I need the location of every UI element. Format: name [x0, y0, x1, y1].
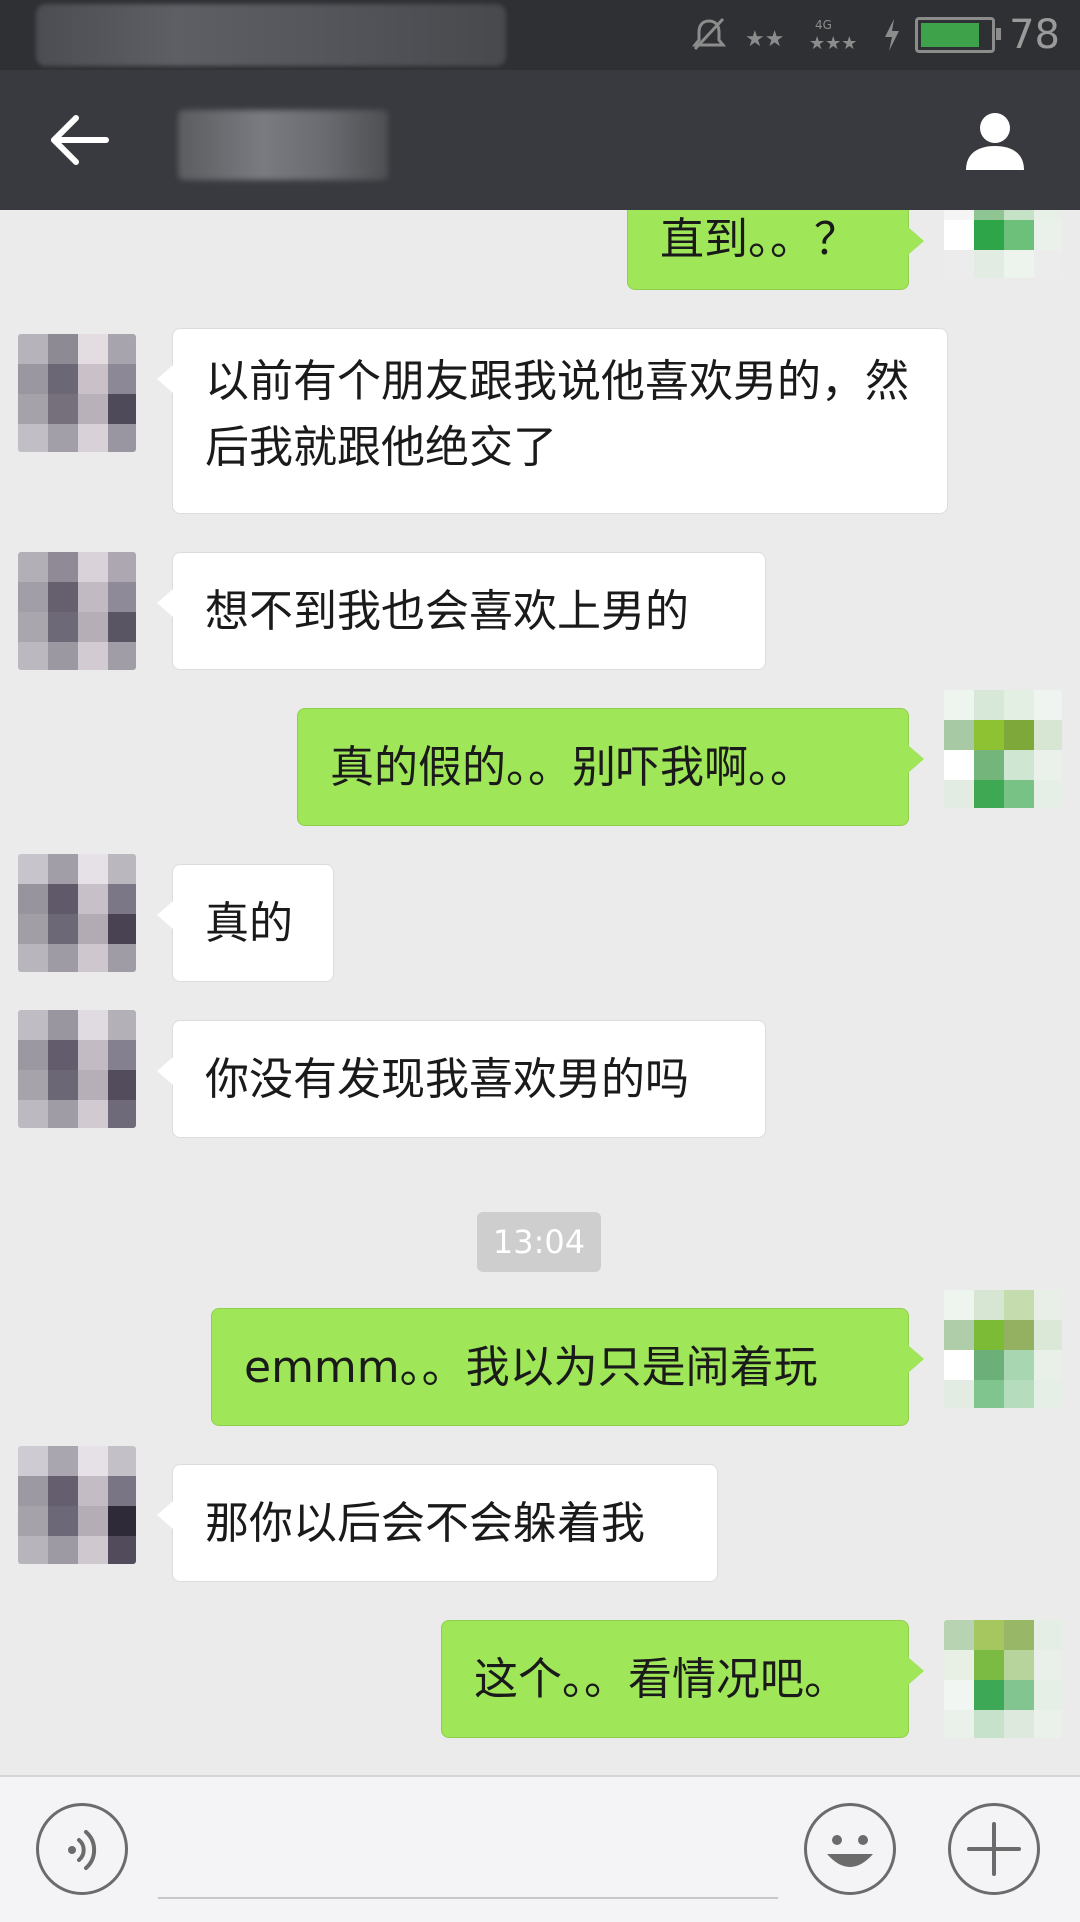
- message-bubble-outgoing[interactable]: 直到。。？: [627, 210, 924, 290]
- emoji-icon: [827, 1835, 873, 1867]
- message-input[interactable]: [158, 1897, 778, 1899]
- plus-icon: [967, 1822, 1021, 1876]
- status-bar: ★★ 4G ★★★ 78: [0, 0, 1080, 70]
- input-toolbar: [0, 1775, 1080, 1922]
- avatar-contact[interactable]: [18, 1010, 136, 1128]
- avatar-contact[interactable]: [18, 854, 136, 972]
- svg-text:★★: ★★: [745, 27, 784, 52]
- back-button[interactable]: [44, 104, 116, 176]
- svg-text:4G: 4G: [815, 18, 832, 32]
- message-bubble-incoming[interactable]: 以前有个朋友跟我说他喜欢男的，然后我就跟他绝交了: [157, 328, 948, 514]
- emoji-button[interactable]: [804, 1803, 896, 1895]
- message-bubble-outgoing[interactable]: 这个。。看情况吧。: [441, 1620, 924, 1738]
- chat-header: [0, 70, 1080, 210]
- avatar-contact[interactable]: [18, 334, 136, 452]
- avatar-self[interactable]: [944, 1290, 1062, 1408]
- status-icons: ★★ 4G ★★★ 78: [689, 0, 1060, 70]
- avatar-contact[interactable]: [18, 1446, 136, 1564]
- battery-fill: [921, 23, 979, 47]
- battery-level: 78: [1009, 12, 1060, 58]
- message-bubble-incoming[interactable]: 你没有发现我喜欢男的吗: [157, 1020, 766, 1138]
- message-bubble-outgoing[interactable]: 真的假的。。别吓我啊。。: [297, 708, 924, 826]
- mute-bell-icon: [691, 17, 727, 51]
- message-bubble-incoming[interactable]: 真的: [157, 864, 334, 982]
- charging-icon: [885, 19, 900, 51]
- timestamp-label: 13:04: [477, 1212, 601, 1272]
- more-options-button[interactable]: [948, 1803, 1040, 1895]
- message-bubble-incoming[interactable]: 想不到我也会喜欢上男的: [157, 552, 766, 670]
- signal-4g-icon: 4G ★★★: [809, 18, 857, 54]
- avatar-self[interactable]: [944, 210, 1062, 278]
- message-bubble-outgoing[interactable]: emmm。。我以为只是闹着玩: [211, 1308, 924, 1426]
- avatar-self[interactable]: [944, 1620, 1062, 1738]
- message-bubble-incoming[interactable]: 那你以后会不会躲着我: [157, 1464, 718, 1582]
- back-arrow-icon: [51, 115, 109, 165]
- voice-input-button[interactable]: [36, 1803, 128, 1895]
- message-list[interactable]: 直到。。？ 以前有个朋友跟我说他喜欢男的，然后我就跟他绝交了 想不到我也会喜欢上…: [0, 210, 1080, 1775]
- status-bar-blurred-area: [36, 4, 506, 66]
- battery-icon: [915, 17, 1002, 53]
- svg-text:★★★: ★★★: [809, 33, 857, 54]
- contact-profile-icon: [966, 113, 1024, 170]
- contact-info-button[interactable]: [960, 106, 1030, 176]
- avatar-contact[interactable]: [18, 552, 136, 670]
- avatar-self[interactable]: [944, 690, 1062, 808]
- contact-name-blurred: [178, 110, 388, 180]
- signal-icon: ★★: [745, 27, 784, 52]
- voice-input-icon: [68, 1830, 97, 1870]
